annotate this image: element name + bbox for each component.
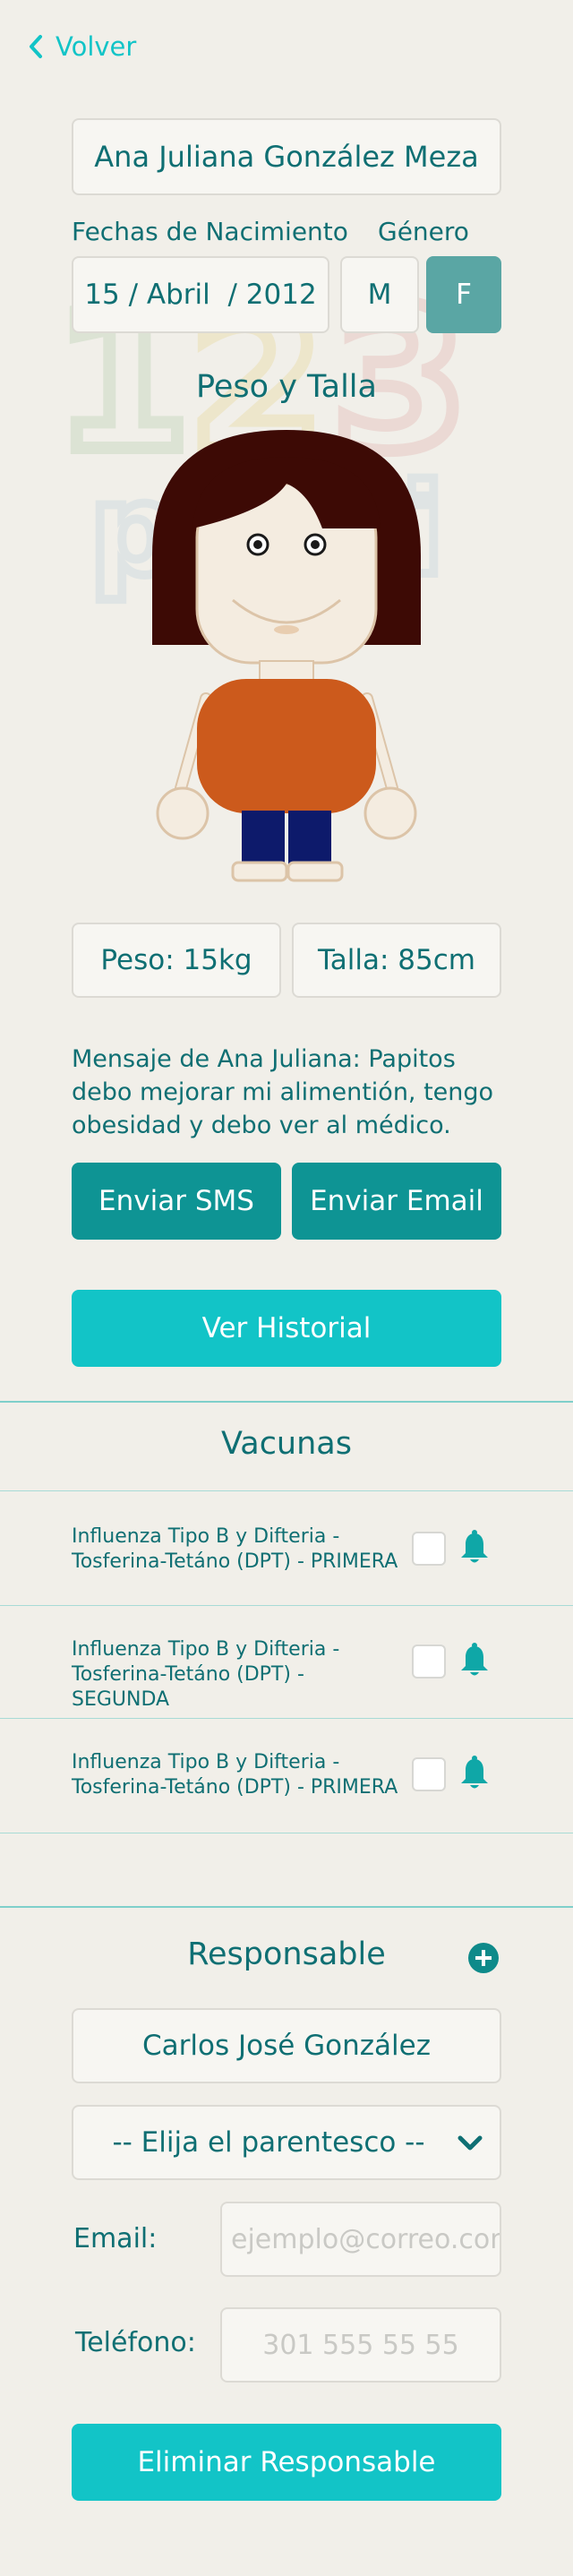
body-title: Peso y Talla — [196, 369, 377, 405]
height-value: Talla: 85cm — [317, 944, 475, 976]
weight-value: Peso: 15kg — [100, 944, 252, 976]
view-history-button[interactable]: Ver Historial — [72, 1290, 501, 1367]
vaccine-line-2: Tosferina-Tetáno (DPT) - PRIMERA — [72, 1776, 398, 1799]
send-sms-label: Enviar SMS — [98, 1185, 254, 1217]
plus-circle-icon[interactable] — [467, 1942, 500, 1974]
gender-f-button[interactable]: F — [426, 256, 501, 333]
bell-icon[interactable] — [458, 1530, 491, 1566]
chevron-left-icon — [30, 35, 42, 58]
back-button[interactable]: Volver — [27, 27, 136, 66]
weight-field[interactable]: Peso: 15kg — [72, 923, 281, 998]
gender-m-label: M — [367, 279, 392, 311]
send-email-button[interactable]: Enviar Email — [292, 1163, 501, 1240]
phone-field[interactable]: 301 555 55 55 — [220, 2307, 501, 2383]
responsible-name-field[interactable]: Carlos José González — [72, 2008, 501, 2083]
email-label: Email: — [73, 2223, 158, 2254]
vaccine-line-2: Tosferina-Tetáno (DPT) - PRIMERA — [72, 1550, 398, 1573]
back-label: Volver — [56, 31, 137, 62]
send-email-label: Enviar Email — [310, 1185, 483, 1217]
birth-date-field[interactable]: 15 / Abril / 2012 — [72, 256, 329, 333]
child-message: Mensaje de Ana Juliana: Papitos debo mej… — [72, 1045, 494, 1139]
vaccine-name: Influenza Tipo B y Difteria - Tosferina-… — [72, 1524, 403, 1575]
delete-responsible-label: Eliminar Responsable — [137, 2446, 436, 2478]
vaccine-name: Influenza Tipo B y Difteria - Tosferina-… — [72, 1750, 403, 1800]
vaccine-divider — [0, 1605, 573, 1606]
vaccine-line-1: Influenza Tipo B y Difteria - — [72, 1751, 340, 1773]
vaccine-name: Influenza Tipo B y Difteria - Tosferina-… — [72, 1637, 403, 1713]
phone-placeholder: 301 555 55 55 — [262, 2329, 459, 2361]
child-name: Ana Juliana González Meza — [94, 140, 479, 174]
vaccine-checkbox[interactable] — [412, 1644, 446, 1679]
vaccine-line-1: Influenza Tipo B y Difteria - — [72, 1525, 340, 1548]
email-placeholder: ejemplo@correo.com — [231, 2223, 501, 2255]
gender-m-button[interactable]: M — [340, 256, 419, 333]
height-field[interactable]: Talla: 85cm — [292, 923, 501, 998]
vaccine-line-2: Tosferina-Tetáno (DPT) - SEGUNDA — [72, 1663, 304, 1711]
chevron-down-icon — [458, 2135, 483, 2151]
email-field[interactable]: ejemplo@correo.com — [220, 2202, 501, 2277]
birth-date-value: 15 / Abril / 2012 — [84, 279, 317, 311]
relationship-value: -- Elija el parentesco -- — [112, 2126, 425, 2159]
vaccines-title: Vacunas — [221, 1426, 352, 1462]
gender-label: Género — [378, 217, 469, 246]
responsible-name: Carlos José González — [141, 2030, 432, 2062]
vaccine-checkbox[interactable] — [412, 1757, 446, 1791]
view-history-label: Ver Historial — [201, 1312, 372, 1344]
delete-responsible-button[interactable]: Eliminar Responsable — [72, 2424, 501, 2501]
relationship-select[interactable]: -- Elija el parentesco -- — [72, 2105, 501, 2180]
vaccine-line-1: Influenza Tipo B y Difteria - — [72, 1638, 340, 1661]
child-avatar-illustration — [152, 430, 421, 882]
phone-label: Teléfono: — [75, 2327, 196, 2358]
section-divider — [0, 1401, 573, 1403]
vaccine-checkbox[interactable] — [412, 1532, 446, 1566]
gender-f-label: F — [456, 279, 472, 311]
vaccine-divider — [0, 1490, 573, 1491]
child-name-field[interactable]: Ana Juliana González Meza — [72, 118, 501, 195]
bell-icon[interactable] — [458, 1756, 491, 1791]
send-sms-button[interactable]: Enviar SMS — [72, 1163, 281, 1240]
vaccine-divider — [0, 1718, 573, 1719]
bell-icon[interactable] — [458, 1643, 491, 1679]
birth-date-label: Fechas de Nacimiento — [72, 217, 348, 246]
section-divider — [0, 1906, 573, 1908]
